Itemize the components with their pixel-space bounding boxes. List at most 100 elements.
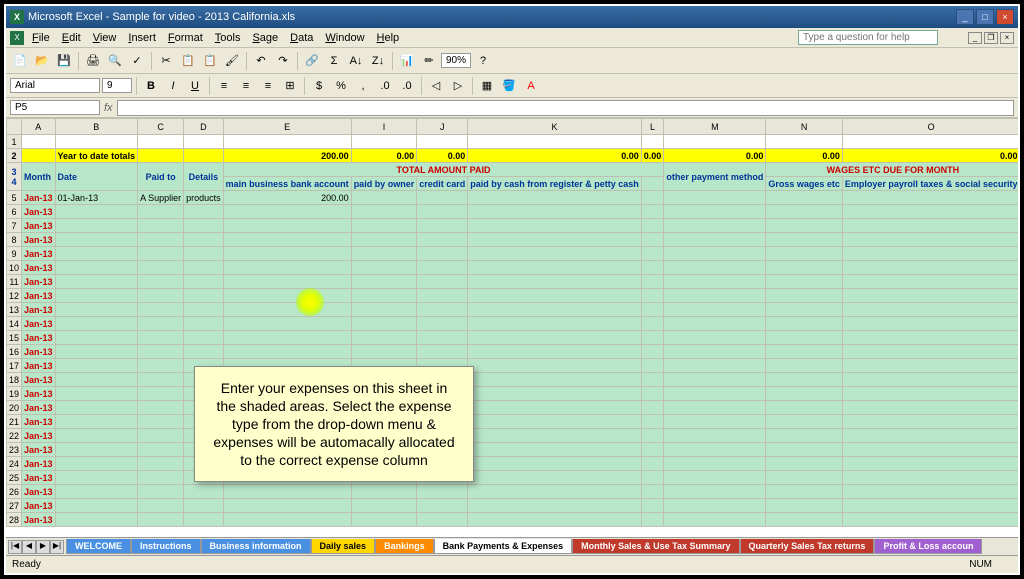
cell[interactable]: [55, 485, 138, 499]
cell[interactable]: Jan-13: [22, 471, 56, 485]
cell[interactable]: [641, 261, 664, 275]
cell[interactable]: [351, 289, 417, 303]
cell[interactable]: [184, 205, 224, 219]
cell[interactable]: [468, 373, 642, 387]
cell[interactable]: [351, 499, 417, 513]
cell[interactable]: Jan-13: [22, 219, 56, 233]
cell[interactable]: [138, 303, 184, 317]
row-header[interactable]: 26: [7, 485, 22, 499]
font-color-button[interactable]: A: [521, 76, 541, 96]
font-name-select[interactable]: [10, 78, 100, 93]
cell[interactable]: [417, 135, 468, 149]
cell[interactable]: Jan-13: [22, 303, 56, 317]
sheet-tab-bankings[interactable]: Bankings: [375, 539, 434, 554]
merge-button[interactable]: ⊞: [280, 76, 300, 96]
cell[interactable]: 0.00: [766, 149, 843, 163]
row-header[interactable]: 28: [7, 513, 22, 527]
tab-first-button[interactable]: |◀: [8, 540, 22, 554]
row-header[interactable]: 1: [7, 135, 22, 149]
cell[interactable]: Jan-13: [22, 233, 56, 247]
cell[interactable]: [55, 471, 138, 485]
cell[interactable]: [223, 205, 351, 219]
cell[interactable]: [842, 429, 1018, 443]
cell[interactable]: [223, 135, 351, 149]
cell[interactable]: [664, 191, 766, 205]
cell[interactable]: 0.00: [842, 149, 1018, 163]
print-button[interactable]: 🖨: [83, 51, 103, 71]
cell[interactable]: Jan-13: [22, 317, 56, 331]
cell[interactable]: [223, 345, 351, 359]
cell[interactable]: [417, 289, 468, 303]
cell[interactable]: 200.00: [223, 149, 351, 163]
cell[interactable]: Jan-13: [22, 345, 56, 359]
cell[interactable]: [842, 135, 1018, 149]
cell[interactable]: [842, 247, 1018, 261]
cell[interactable]: Jan-13: [22, 261, 56, 275]
cell[interactable]: [842, 373, 1018, 387]
dec-indent-button[interactable]: ◁: [426, 76, 446, 96]
menu-data[interactable]: Data: [284, 32, 319, 44]
drawing-button[interactable]: ✏: [419, 51, 439, 71]
cell[interactable]: [468, 415, 642, 429]
cell[interactable]: [468, 359, 642, 373]
cell[interactable]: [766, 191, 843, 205]
cell[interactable]: [468, 429, 642, 443]
cell[interactable]: [223, 317, 351, 331]
cell[interactable]: [417, 191, 468, 205]
cell[interactable]: [138, 471, 184, 485]
cell[interactable]: [138, 289, 184, 303]
cell[interactable]: [55, 457, 138, 471]
cell[interactable]: [55, 401, 138, 415]
cell[interactable]: [641, 471, 664, 485]
cell[interactable]: 0.00: [468, 149, 642, 163]
cell[interactable]: [417, 499, 468, 513]
help-button[interactable]: ?: [473, 51, 493, 71]
cell[interactable]: [766, 359, 843, 373]
cell[interactable]: Jan-13: [22, 443, 56, 457]
cell[interactable]: [766, 275, 843, 289]
cell[interactable]: [55, 443, 138, 457]
cell[interactable]: [468, 135, 642, 149]
cell[interactable]: [664, 303, 766, 317]
cell[interactable]: [664, 317, 766, 331]
cell[interactable]: [417, 261, 468, 275]
hdr-date[interactable]: Date: [55, 163, 138, 191]
cell[interactable]: [468, 205, 642, 219]
cell[interactable]: [417, 303, 468, 317]
cell[interactable]: Jan-13: [22, 191, 56, 205]
cell[interactable]: [842, 233, 1018, 247]
minimize-button[interactable]: _: [956, 9, 974, 25]
row-header[interactable]: 6: [7, 205, 22, 219]
cell[interactable]: [184, 513, 224, 527]
cell[interactable]: [223, 303, 351, 317]
cell[interactable]: Jan-13: [22, 499, 56, 513]
cell[interactable]: [842, 275, 1018, 289]
cell[interactable]: [842, 499, 1018, 513]
cell[interactable]: [351, 261, 417, 275]
cell[interactable]: [641, 205, 664, 219]
cell[interactable]: [766, 513, 843, 527]
cell[interactable]: 01-Jan-13: [55, 191, 138, 205]
cell[interactable]: [468, 345, 642, 359]
cell[interactable]: [842, 443, 1018, 457]
sort-desc-button[interactable]: Z↓: [368, 51, 388, 71]
row-header[interactable]: 10: [7, 261, 22, 275]
cell[interactable]: [842, 485, 1018, 499]
hdr-credit[interactable]: credit card: [417, 177, 468, 191]
cell[interactable]: [138, 387, 184, 401]
row-header[interactable]: 12: [7, 289, 22, 303]
cell[interactable]: [351, 135, 417, 149]
cell[interactable]: [664, 135, 766, 149]
cell[interactable]: Jan-13: [22, 205, 56, 219]
row-header[interactable]: 7: [7, 219, 22, 233]
cell[interactable]: [664, 471, 766, 485]
sheet-tab-quarterly-sales-tax-returns[interactable]: Quarterly Sales Tax returns: [740, 539, 875, 554]
cell[interactable]: [351, 345, 417, 359]
cell[interactable]: [641, 401, 664, 415]
cell[interactable]: [766, 471, 843, 485]
cell[interactable]: [138, 149, 184, 163]
cell[interactable]: [766, 429, 843, 443]
cell[interactable]: [55, 499, 138, 513]
cell[interactable]: [351, 205, 417, 219]
cell[interactable]: [766, 219, 843, 233]
